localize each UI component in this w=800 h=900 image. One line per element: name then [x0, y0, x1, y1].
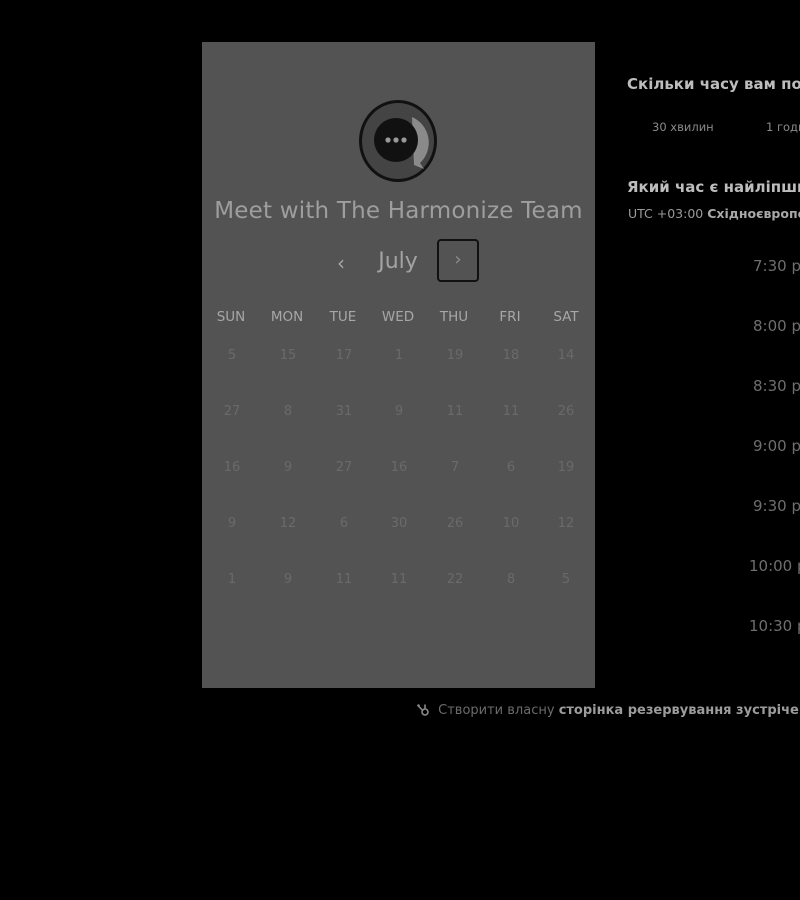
calendar-day: 5	[561, 572, 571, 587]
calendar-day: 9	[283, 460, 293, 475]
weekday-sat: SAT	[553, 309, 579, 325]
calendar-day: 19	[557, 460, 575, 475]
timezone-selector[interactable]: UTC +03:00 Східноєвропе	[628, 206, 800, 221]
duration-option-30min[interactable]: 30 хвилин	[652, 120, 714, 134]
calendar-day: 1	[227, 572, 237, 587]
footer-link-text[interactable]: сторінка резервування зустрічей	[559, 703, 800, 718]
time-question: Який час є найліпшим	[627, 178, 800, 196]
calendar-day: 11	[446, 404, 464, 419]
calendar-day: 16	[223, 460, 241, 475]
next-month-button[interactable]: ›	[437, 239, 479, 282]
calendar-day: 27	[223, 404, 241, 419]
calendar-day: 11	[390, 572, 408, 587]
weekday-thu: THU	[439, 309, 469, 325]
team-avatar	[359, 100, 437, 182]
time-slot[interactable]: 9:30 p	[753, 497, 800, 515]
create-booking-page-link[interactable]: Створити власну сторінка резервування зу…	[417, 703, 800, 718]
calendar-day: 8	[506, 572, 516, 587]
calendar-day: 5	[227, 348, 237, 363]
calendar-day: 15	[279, 348, 297, 363]
chat-bubble-logo-icon	[374, 117, 429, 169]
calendar-day: 6	[506, 460, 516, 475]
time-slot[interactable]: 10:00 p	[749, 557, 800, 575]
timezone-name: Східноєвропе	[707, 206, 800, 221]
booking-panel: Meet with The Harmonize Team ‹ July › SU…	[202, 42, 595, 688]
calendar-day: 16	[390, 460, 408, 475]
chevron-right-icon: ›	[454, 249, 462, 270]
calendar-day: 9	[283, 572, 293, 587]
month-label: July	[378, 249, 418, 274]
calendar-day: 12	[279, 516, 297, 531]
calendar-day: 1	[394, 348, 404, 363]
calendar-day: 14	[557, 348, 575, 363]
calendar-day: 30	[390, 516, 408, 531]
duration-option-1hour[interactable]: 1 годи	[766, 120, 800, 134]
timezone-offset: UTC +03:00	[628, 206, 704, 221]
calendar-day: 11	[335, 572, 353, 587]
weekday-fri: FRI	[499, 309, 521, 325]
calendar-day: 9	[227, 516, 237, 531]
calendar-day: 6	[339, 516, 349, 531]
calendar-day: 19	[446, 348, 464, 363]
calendar-day: 26	[557, 404, 575, 419]
calendar-day: 7	[450, 460, 460, 475]
weekday-mon: MON	[270, 309, 304, 325]
calendar-day: 26	[446, 516, 464, 531]
calendar-day: 8	[283, 404, 293, 419]
calendar-day: 17	[335, 348, 353, 363]
prev-month-button[interactable]: ‹	[329, 247, 353, 279]
duration-question: Скільки часу вам потр	[627, 75, 800, 93]
calendar-day: 31	[335, 404, 353, 419]
calendar-day: 9	[394, 404, 404, 419]
calendar-day: 11	[502, 404, 520, 419]
time-slot[interactable]: 10:30 p	[749, 617, 800, 635]
weekday-tue: TUE	[329, 309, 357, 325]
calendar-day: 27	[335, 460, 353, 475]
time-slot[interactable]: 8:00 p	[753, 317, 800, 335]
chevron-left-icon: ‹	[337, 251, 345, 275]
time-slot[interactable]: 9:00 p	[753, 437, 800, 455]
calendar-day: 12	[557, 516, 575, 531]
calendar-day: 10	[502, 516, 520, 531]
calendar-day: 18	[502, 348, 520, 363]
hubspot-sprocket-icon	[417, 704, 429, 716]
weekday-wed: WED	[381, 309, 415, 325]
calendar-day: 22	[446, 572, 464, 587]
time-slot[interactable]: 8:30 p	[753, 377, 800, 395]
weekday-sun: SUN	[216, 309, 246, 325]
page-title: Meet with The Harmonize Team	[214, 198, 583, 224]
weekday-header: SUN MON TUE WED THU FRI SAT	[202, 309, 595, 329]
footer-prefix: Створити власну	[438, 703, 555, 718]
time-slot[interactable]: 7:30 p	[753, 257, 800, 275]
